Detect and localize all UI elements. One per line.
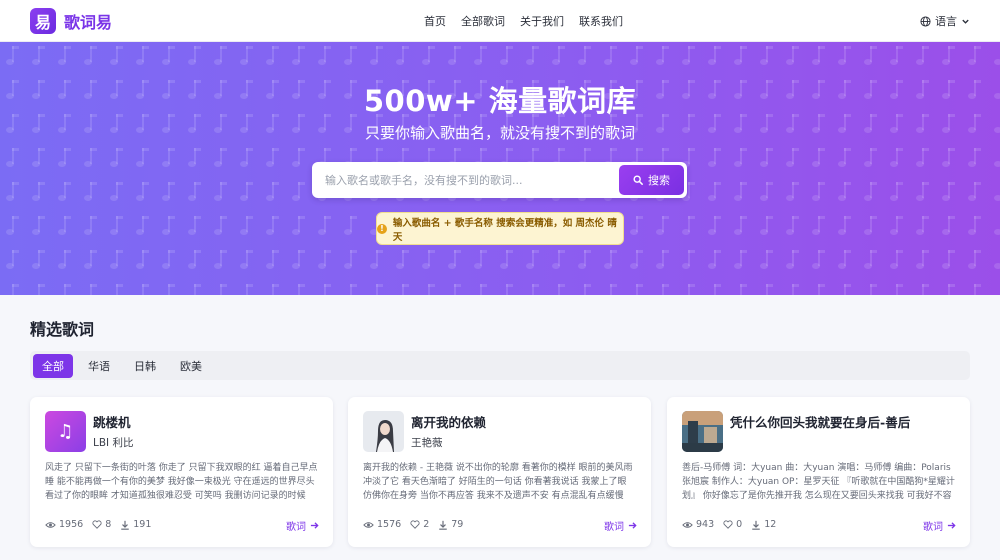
downloads-count: 191 — [133, 519, 152, 530]
likes-stat: 0 — [723, 519, 742, 530]
song-title[interactable]: 离开我的依赖 — [411, 412, 486, 431]
views-count: 1576 — [377, 519, 402, 530]
downloads-stat: 79 — [438, 519, 463, 530]
eye-icon — [682, 521, 693, 528]
card-stats: 1956 8 191 — [45, 519, 151, 530]
tab-western[interactable]: 欧美 — [171, 354, 211, 378]
heart-icon — [723, 520, 733, 529]
card-stats: 943 0 12 — [682, 519, 776, 530]
search-tip: ! 输入歌曲名 + 歌手名称 搜索会更精准，如 周杰伦 晴天 — [376, 212, 624, 245]
download-icon — [121, 520, 129, 530]
eye-icon — [45, 521, 56, 528]
tab-japanese-korean[interactable]: 日韩 — [125, 354, 165, 378]
language-label: 语言 — [935, 15, 957, 28]
album-cover-image — [363, 411, 404, 452]
likes-stat: 2 — [410, 519, 429, 530]
lyric-excerpt: 风走了 只留下一条街的叶落 你走了 只留下我双眼的红 逼着自己早点睡 能不能再做… — [45, 463, 318, 501]
search-button[interactable]: 搜索 — [619, 165, 684, 195]
logo-icon: 易 — [30, 8, 56, 34]
downloads-count: 12 — [764, 519, 777, 530]
lyrics-link-label: 歌词 — [923, 522, 943, 533]
likes-stat: 8 — [92, 519, 111, 530]
info-icon: ! — [377, 223, 387, 234]
downloads-count: 79 — [451, 519, 464, 530]
search-button-label: 搜索 — [648, 174, 670, 187]
hero-subtitle: 只要你输入歌曲名，就没有搜不到的歌词 — [364, 124, 635, 142]
globe-icon — [920, 15, 931, 27]
downloads-stat: 191 — [120, 519, 151, 530]
lyrics-link-label: 歌词 — [286, 522, 306, 533]
views-count: 943 — [696, 519, 715, 530]
lyric-excerpt: 善后-马师傅 词：大yuan 曲：大yuan 演唱：马师傅 编曲：Polaris… — [682, 463, 955, 501]
nav-item-home[interactable]: 首页 — [424, 13, 446, 29]
song-artist: LBI 利比 — [93, 437, 134, 449]
logo[interactable]: 易 歌词易 — [30, 8, 112, 34]
tab-all[interactable]: 全部 — [33, 353, 73, 378]
lyric-card[interactable]: 离开我的依赖 王艳薇 离开我的依赖 - 王艳薇 说不出你的轮廓 看著你的模样 眼… — [348, 397, 651, 547]
eye-icon — [363, 521, 374, 528]
views-stat: 943 — [682, 519, 714, 530]
downloads-stat: 12 — [751, 519, 776, 530]
hero-banner: 500w+ 海量歌词库 只要你输入歌曲名，就没有搜不到的歌词 搜索 ! 输入歌曲… — [0, 42, 1000, 295]
lyrics-link[interactable]: 歌词 — [286, 518, 319, 533]
views-count: 1956 — [59, 519, 84, 530]
nav-item-all-lyrics[interactable]: 全部歌词 — [461, 13, 505, 29]
arrow-right-icon — [947, 522, 956, 529]
card-stats: 1576 2 79 — [363, 519, 463, 530]
nav-item-about[interactable]: 关于我们 — [520, 13, 564, 29]
main-nav: 首页 全部歌词 关于我们 联系我们 — [424, 13, 623, 29]
music-note-icon: ♫ — [45, 411, 86, 452]
likes-count: 8 — [105, 519, 112, 530]
section-title: 精选歌词 — [30, 320, 95, 339]
heart-icon — [92, 520, 102, 529]
arrow-right-icon — [628, 522, 637, 529]
lyrics-link[interactable]: 歌词 — [604, 518, 637, 533]
search-bar: 搜索 — [312, 162, 687, 198]
heart-icon — [410, 520, 420, 529]
brand-name: 歌词易 — [64, 13, 113, 32]
nav-item-contact[interactable]: 联系我们 — [579, 13, 623, 29]
hero-title: 500w+ 海量歌词库 — [363, 84, 637, 118]
top-header: 易 歌词易 首页 全部歌词 关于我们 联系我们 语言 — [0, 0, 1000, 42]
song-artist: 王艳薇 — [411, 437, 443, 449]
song-title[interactable]: 跳楼机 — [93, 412, 131, 431]
lyrics-link[interactable]: 歌词 — [923, 518, 956, 533]
album-cover-image — [682, 411, 723, 452]
search-input[interactable] — [312, 162, 617, 198]
song-title[interactable]: 凭什么你回头我就要在身后-善后 — [730, 412, 910, 431]
search-icon — [633, 175, 643, 185]
tab-chinese[interactable]: 华语 — [79, 354, 119, 378]
lyric-excerpt: 离开我的依赖 - 王艳薇 说不出你的轮廓 看著你的模样 眼前的美风雨冲淡了它 看… — [363, 463, 633, 501]
lyric-card[interactable]: ♫ 跳楼机 LBI 利比 风走了 只留下一条街的叶落 你走了 只留下我双眼的红 … — [30, 397, 333, 547]
arrow-right-icon — [310, 522, 319, 529]
chevron-down-icon — [962, 19, 969, 24]
category-tabs: 全部 华语 日韩 欧美 — [30, 351, 970, 380]
lyrics-link-label: 歌词 — [604, 522, 624, 533]
search-tip-text: 输入歌曲名 + 歌手名称 搜索会更精准，如 周杰伦 晴天 — [392, 217, 617, 243]
download-icon — [439, 520, 447, 530]
lyric-card[interactable]: 凭什么你回头我就要在身后-善后 善后-马师傅 词：大yuan 曲：大yuan 演… — [667, 397, 970, 547]
language-selector[interactable]: 语言 — [920, 13, 970, 29]
likes-count: 2 — [423, 519, 430, 530]
likes-count: 0 — [736, 519, 743, 530]
views-stat: 1956 — [45, 519, 83, 530]
download-icon — [752, 520, 760, 530]
views-stat: 1576 — [363, 519, 401, 530]
